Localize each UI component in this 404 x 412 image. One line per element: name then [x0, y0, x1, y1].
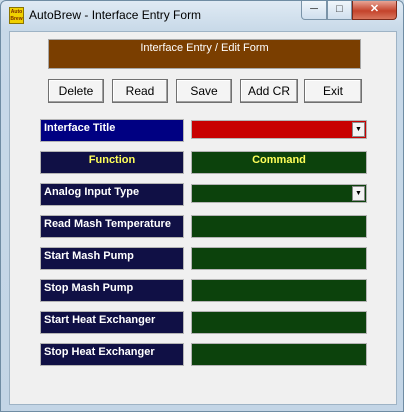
maximize-button[interactable]: □: [327, 1, 352, 20]
form-client-area: Interface Entry / Edit Form Delete Read …: [9, 31, 397, 405]
function-column-header: Function: [40, 151, 184, 174]
app-window: Auto Brew AutoBrew - Interface Entry For…: [0, 0, 404, 412]
chevron-down-icon[interactable]: ▼: [352, 186, 365, 201]
function-label: Start Mash Pump: [40, 247, 184, 270]
command-input[interactable]: [191, 343, 367, 366]
function-label: Read Mash Temperature: [40, 215, 184, 238]
form-header-banner: Interface Entry / Edit Form: [48, 39, 361, 69]
window-title: AutoBrew - Interface Entry Form: [29, 8, 202, 22]
command-input[interactable]: [191, 279, 367, 302]
interface-title-combobox[interactable]: ▼: [191, 120, 367, 139]
save-button[interactable]: Save: [176, 79, 232, 103]
function-label: Start Heat Exchanger: [40, 311, 184, 334]
function-label: Stop Mash Pump: [40, 279, 184, 302]
command-input[interactable]: [191, 311, 367, 334]
analog-input-type-label: Analog Input Type: [40, 183, 184, 206]
read-button[interactable]: Read: [112, 79, 168, 103]
analog-input-type-combobox[interactable]: ▼: [191, 184, 367, 203]
minimize-button[interactable]: ─: [301, 1, 327, 20]
command-input[interactable]: [191, 215, 367, 238]
exit-button[interactable]: Exit: [304, 79, 362, 103]
function-label: Stop Heat Exchanger: [40, 343, 184, 366]
chevron-down-icon[interactable]: ▼: [352, 122, 365, 137]
interface-title-label: Interface Title: [40, 119, 184, 142]
title-bar[interactable]: Auto Brew AutoBrew - Interface Entry For…: [1, 1, 403, 31]
command-column-header: Command: [191, 151, 367, 174]
autobrew-app-icon[interactable]: Auto Brew: [9, 7, 24, 24]
add-cr-button[interactable]: Add CR: [240, 79, 298, 103]
delete-button[interactable]: Delete: [48, 79, 104, 103]
command-input[interactable]: [191, 247, 367, 270]
close-button[interactable]: ✕: [352, 1, 397, 20]
